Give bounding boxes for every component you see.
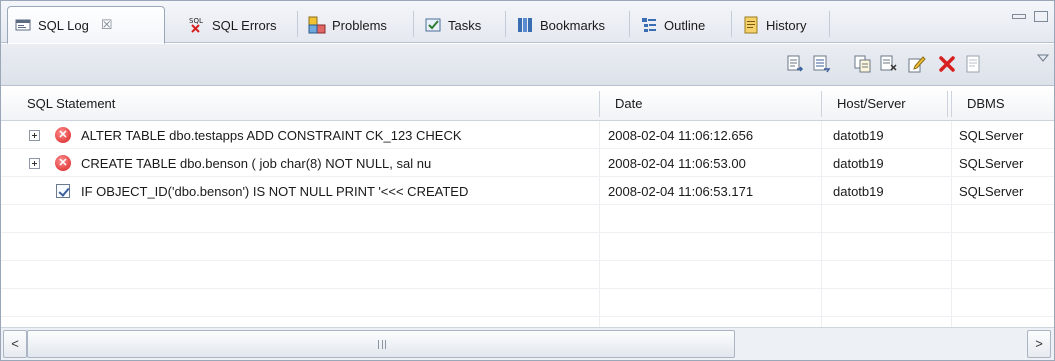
column-header-sql-statement[interactable]: SQL Statement [17, 87, 115, 121]
tab-problems-label: Problems [332, 17, 387, 33]
tab-outline-label: Outline [664, 17, 706, 33]
column-header-host[interactable]: Host/Server [827, 87, 906, 121]
sql-log-view: SQL Log ☒ SQL SQL Errors Problems Tasks [0, 0, 1055, 361]
error-icon: ✕ [55, 127, 71, 143]
history-icon [742, 16, 760, 34]
sql-log-icon [14, 16, 32, 34]
table-row[interactable]: ✕ CREATE TABLE dbo.benson ( job char(8) … [1, 150, 1054, 177]
copy-all-icon[interactable] [879, 54, 899, 74]
tab-history[interactable]: History [735, 6, 813, 43]
tab-outline[interactable]: Outline [633, 6, 712, 43]
document-icon[interactable] [963, 54, 983, 74]
tab-tasks-label: Tasks [448, 17, 482, 33]
scroll-thumb[interactable] [27, 330, 735, 358]
expand-icon[interactable] [29, 130, 40, 141]
svg-text:SQL: SQL [189, 17, 203, 25]
table-row[interactable]: ✕ ALTER TABLE dbo.testapps ADD CONSTRAIN… [1, 122, 1054, 149]
sql-statement-cell: CREATE TABLE dbo.benson ( job char(8) NO… [81, 156, 432, 171]
tasks-icon [424, 16, 442, 34]
host-cell: datotb19 [833, 184, 884, 199]
empty-row [1, 290, 1054, 317]
tab-bookmarks-label: Bookmarks [540, 17, 606, 33]
maximize-icon[interactable] [1034, 11, 1048, 22]
expand-icon[interactable] [29, 158, 40, 169]
tab-history-label: History [766, 17, 807, 33]
grip-icon [378, 340, 386, 349]
column-header-date[interactable]: Date [605, 87, 642, 121]
column-header-dbms[interactable]: DBMS [957, 87, 1005, 121]
tab-close-icon[interactable]: ☒ [101, 17, 113, 33]
horizontal-scrollbar[interactable]: < > [1, 327, 1054, 360]
outline-icon [640, 16, 658, 34]
view-tab-bar: SQL Log ☒ SQL SQL Errors Problems Tasks [1, 1, 1054, 44]
empty-row [1, 234, 1054, 261]
export-icon[interactable] [785, 54, 805, 74]
bookmarks-icon [516, 16, 534, 34]
sql-statement-cell: IF OBJECT_ID('dbo.benson') IS NOT NULL P… [81, 184, 469, 199]
dbms-cell: SQLServer [959, 156, 1024, 171]
tab-sql-log-label: SQL Log [38, 17, 89, 33]
table-header: SQL Statement Date Host/Server DBMS [1, 87, 1054, 121]
tab-sql-log[interactable]: SQL Log ☒ [7, 6, 165, 44]
dbms-cell: SQLServer [959, 184, 1024, 199]
sql-statement-cell: ALTER TABLE dbo.testapps ADD CONSTRAINT … [81, 128, 462, 143]
edit-icon[interactable] [907, 54, 927, 74]
tab-problems[interactable]: Problems [301, 6, 394, 43]
copy-icon[interactable] [853, 54, 873, 74]
tab-sql-errors[interactable]: SQL SQL Errors [181, 6, 284, 43]
sql-errors-icon: SQL [188, 16, 206, 34]
tab-sql-errors-label: SQL Errors [212, 17, 277, 33]
success-check-icon [56, 184, 70, 198]
host-cell: datotb19 [833, 156, 884, 171]
host-cell: datotb19 [833, 128, 884, 143]
error-icon: ✕ [55, 155, 71, 171]
view-toolbar [1, 44, 1054, 86]
scroll-left-button[interactable]: < [3, 330, 27, 358]
scroll-right-button[interactable]: > [1027, 330, 1051, 358]
tab-bookmarks[interactable]: Bookmarks [509, 6, 612, 43]
filter-icon[interactable] [811, 54, 831, 74]
view-menu-icon[interactable] [1033, 48, 1053, 68]
empty-row [1, 206, 1054, 233]
delete-icon[interactable] [937, 54, 957, 74]
tab-tasks[interactable]: Tasks [417, 6, 488, 43]
minimize-icon[interactable] [1012, 14, 1026, 19]
date-cell: 2008-02-04 11:06:53.171 [608, 184, 754, 199]
date-cell: 2008-02-04 11:06:53.00 [608, 156, 746, 171]
dbms-cell: SQLServer [959, 128, 1024, 143]
sql-log-table: SQL Statement Date Host/Server DBMS ✕ AL… [1, 87, 1054, 327]
date-cell: 2008-02-04 11:06:12.656 [608, 128, 754, 143]
table-row[interactable]: IF OBJECT_ID('dbo.benson') IS NOT NULL P… [1, 178, 1054, 205]
empty-row [1, 262, 1054, 289]
problems-icon [308, 16, 326, 34]
